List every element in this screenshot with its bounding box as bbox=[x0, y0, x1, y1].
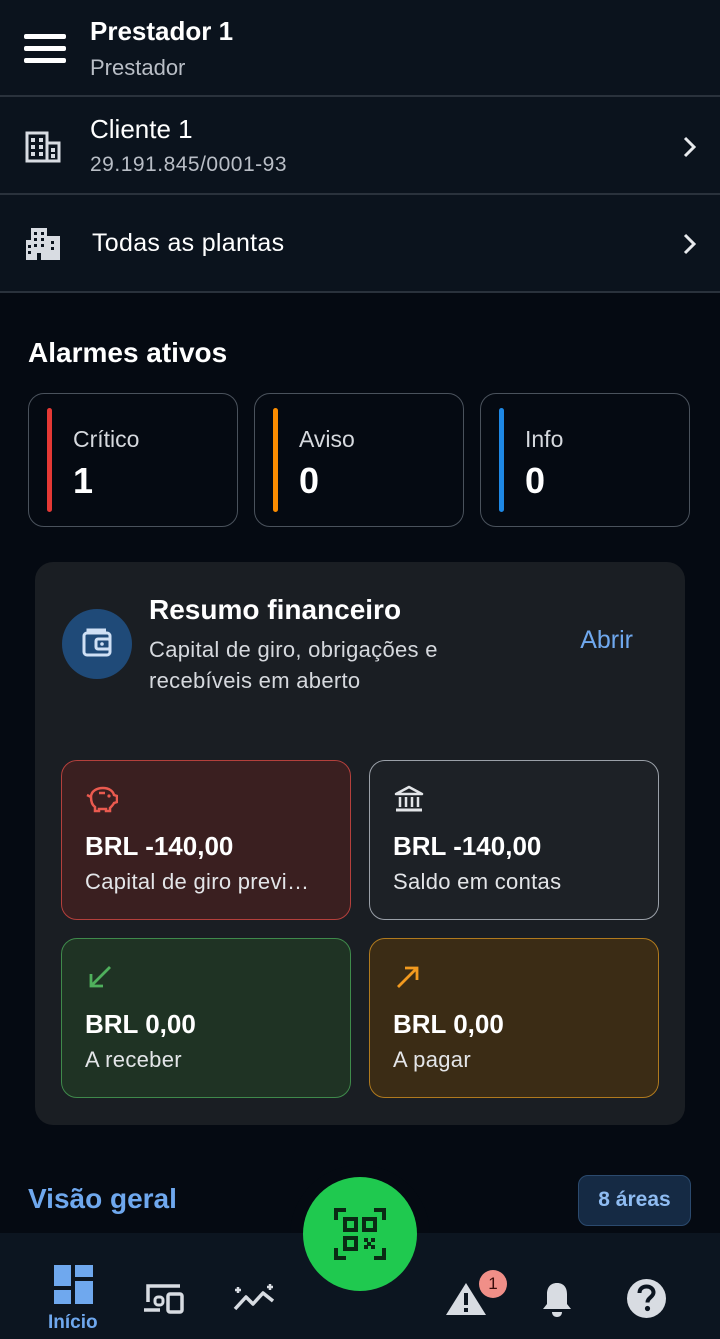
provider-name: Prestador 1 bbox=[90, 16, 234, 46]
menu-icon[interactable] bbox=[24, 34, 66, 64]
info-indicator bbox=[499, 408, 504, 512]
alarm-count: 0 bbox=[525, 460, 546, 501]
critical-indicator bbox=[47, 408, 52, 512]
buildings-icon bbox=[26, 228, 60, 260]
tile-label: A pagar bbox=[393, 1047, 471, 1072]
tile-amount: BRL -140,00 bbox=[85, 831, 234, 861]
alarm-card-critical[interactable]: Crítico 1 bbox=[28, 393, 238, 527]
financial-summary-description: Capital de giro, obrigações e recebíveis… bbox=[149, 637, 438, 693]
alarm-card-info[interactable]: Info 0 bbox=[480, 393, 690, 527]
bell-icon[interactable] bbox=[540, 1280, 574, 1318]
client-document: 29.191.845/0001-93 bbox=[90, 153, 288, 176]
chevron-right-icon bbox=[683, 136, 697, 158]
building-icon bbox=[25, 131, 61, 163]
areas-badge[interactable]: 8 áreas bbox=[578, 1175, 691, 1226]
client-selector[interactable]: Cliente 1 29.191.845/0001-93 bbox=[0, 97, 720, 195]
alerts-count-badge: 1 bbox=[479, 1270, 507, 1298]
tile-amount: BRL -140,00 bbox=[393, 831, 542, 861]
tile-label: A receber bbox=[85, 1047, 182, 1072]
working-capital-tile[interactable]: BRL -140,00 Capital de giro previ… bbox=[61, 760, 351, 920]
alarms-title: Alarmes ativos bbox=[28, 337, 228, 368]
devices-icon[interactable] bbox=[142, 1282, 186, 1314]
open-button[interactable]: Abrir bbox=[580, 626, 633, 655]
alarm-card-warning[interactable]: Aviso 0 bbox=[254, 393, 464, 527]
tile-amount: BRL 0,00 bbox=[85, 1009, 196, 1039]
account-balance-tile[interactable]: BRL -140,00 Saldo em contas bbox=[369, 760, 659, 920]
alarm-count: 1 bbox=[73, 460, 94, 501]
provider-role: Prestador bbox=[90, 55, 186, 80]
top-app-bar: Prestador 1 Prestador bbox=[0, 0, 720, 97]
plants-selector[interactable]: Todas as plantas bbox=[0, 195, 720, 293]
help-icon[interactable] bbox=[626, 1278, 667, 1319]
tile-label: Capital de giro previ… bbox=[85, 869, 310, 894]
plants-label: Todas as plantas bbox=[92, 229, 285, 257]
qr-code-icon bbox=[334, 1208, 386, 1260]
arrow-down-left-icon bbox=[89, 966, 111, 988]
alarm-label: Info bbox=[525, 426, 564, 452]
wallet-icon bbox=[62, 609, 132, 679]
nav-home-label[interactable]: Início bbox=[48, 1312, 98, 1334]
dashboard-icon[interactable] bbox=[54, 1265, 93, 1304]
tile-amount: BRL 0,00 bbox=[393, 1009, 504, 1039]
qr-scan-button[interactable] bbox=[303, 1177, 417, 1291]
financial-summary-title: Resumo financeiro bbox=[149, 594, 402, 625]
alarm-label: Aviso bbox=[299, 426, 355, 452]
alarm-count: 0 bbox=[299, 460, 320, 501]
payables-tile[interactable]: BRL 0,00 A pagar bbox=[369, 938, 659, 1098]
analytics-icon[interactable] bbox=[232, 1283, 276, 1313]
piggy-bank-icon bbox=[86, 786, 118, 813]
alarm-label: Crítico bbox=[73, 426, 140, 452]
client-name: Cliente 1 bbox=[90, 114, 193, 144]
overview-title[interactable]: Visão geral bbox=[28, 1183, 177, 1215]
bank-icon bbox=[394, 785, 424, 812]
chevron-right-icon bbox=[683, 233, 697, 255]
arrow-up-right-icon bbox=[397, 966, 419, 988]
receivables-tile[interactable]: BRL 0,00 A receber bbox=[61, 938, 351, 1098]
tile-label: Saldo em contas bbox=[393, 869, 562, 894]
warning-indicator bbox=[273, 408, 278, 512]
